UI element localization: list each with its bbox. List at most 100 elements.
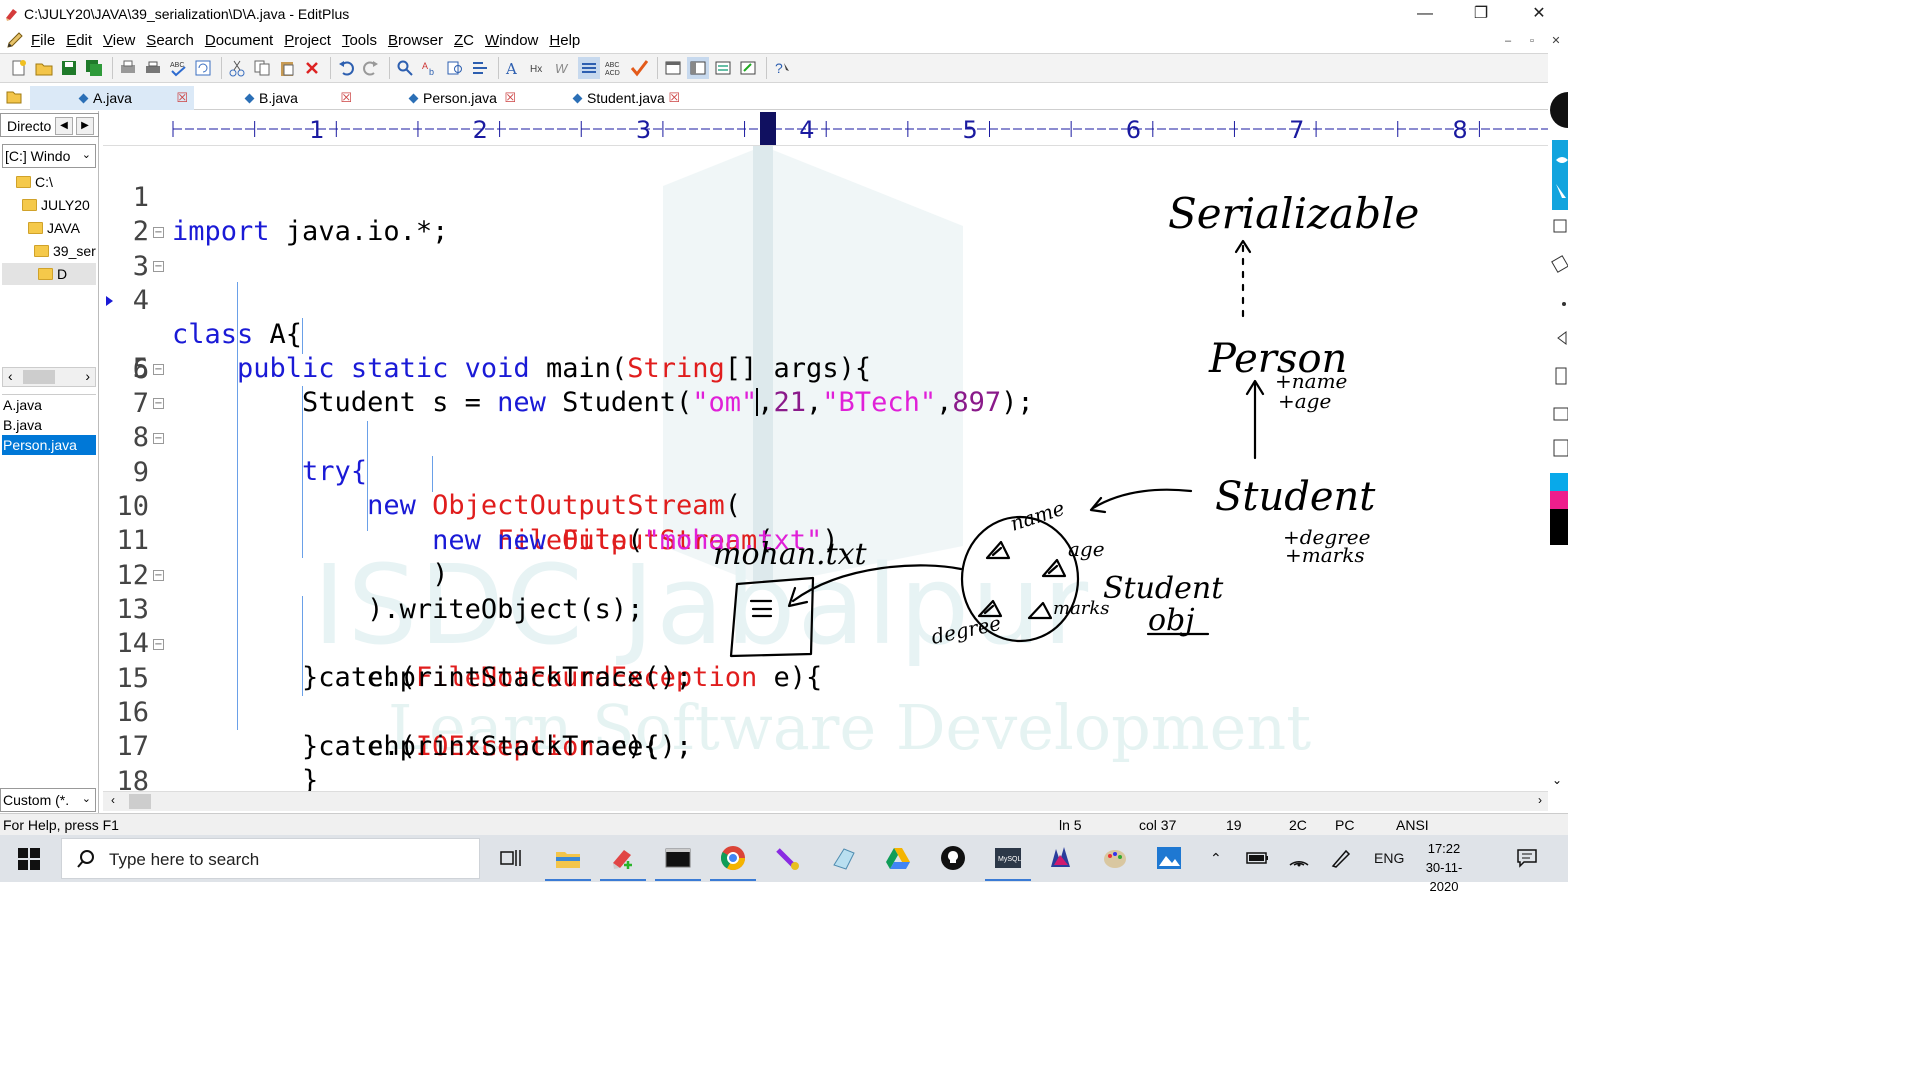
hex-view-icon[interactable]: Hx xyxy=(528,57,550,79)
spell-check-icon[interactable]: ABC xyxy=(167,57,189,79)
folder-icon xyxy=(16,176,31,188)
windows-start-icon[interactable] xyxy=(18,848,40,870)
file-explorer-icon[interactable] xyxy=(545,843,591,881)
folder-tree-item[interactable]: JAVA xyxy=(28,217,96,239)
mdi-minimize-button[interactable]: – xyxy=(1498,32,1518,50)
tab-close-icon[interactable]: ☒ xyxy=(504,86,516,110)
menu-window[interactable]: Window xyxy=(485,32,538,49)
tab-close-icon[interactable]: ☒ xyxy=(340,86,352,110)
menu-browser[interactable]: Browser xyxy=(388,32,443,49)
scroll-thumb[interactable] xyxy=(23,370,55,384)
find-icon[interactable] xyxy=(394,57,416,79)
scroll-left-icon[interactable]: ‹ xyxy=(8,368,13,384)
minimize-button[interactable]: — xyxy=(1396,0,1454,28)
maximize-button[interactable]: ❐ xyxy=(1452,0,1510,28)
folder-tree-item[interactable]: JULY20 xyxy=(22,194,96,216)
taskbar-search-box[interactable]: Type here to search xyxy=(61,838,480,879)
menu-search[interactable]: Search xyxy=(146,32,194,49)
menu-help[interactable]: Help xyxy=(549,32,580,49)
new-file-icon[interactable] xyxy=(8,57,30,79)
copy-icon[interactable] xyxy=(251,57,273,79)
system-clock[interactable]: 17:22 30-11-2020 xyxy=(1412,839,1476,896)
paint-app-icon[interactable] xyxy=(773,843,803,873)
battery-icon[interactable] xyxy=(1243,843,1273,873)
check-icon[interactable] xyxy=(628,57,650,79)
window-icon[interactable] xyxy=(662,57,684,79)
redo-icon[interactable] xyxy=(360,57,382,79)
menu-tools[interactable]: Tools xyxy=(342,32,377,49)
folder-tree-item[interactable]: 39_ser xyxy=(34,240,96,262)
line-number-icon[interactable] xyxy=(578,57,600,79)
replace-icon[interactable]: Ab xyxy=(419,57,441,79)
file-list-item[interactable]: Person.java xyxy=(2,435,96,455)
directory-window-icon[interactable] xyxy=(687,57,709,79)
print-preview-icon[interactable] xyxy=(117,57,139,79)
menu-zc[interactable]: ZC xyxy=(454,32,474,49)
browser-icon[interactable] xyxy=(737,57,759,79)
help-icon[interactable]: ? xyxy=(771,57,793,79)
cut-icon[interactable] xyxy=(226,57,248,79)
undo-icon[interactable] xyxy=(335,57,357,79)
menu-edit[interactable]: Edit xyxy=(66,32,92,49)
spell-abc-icon[interactable]: ABC ACD xyxy=(603,57,625,79)
file-list-item[interactable]: A.java xyxy=(2,395,96,415)
google-drive-icon[interactable] xyxy=(883,843,913,873)
scroll-right-icon[interactable]: › xyxy=(1538,793,1542,807)
mdi-close-button[interactable]: ✕ xyxy=(1546,32,1566,50)
font-icon[interactable]: A xyxy=(503,57,525,79)
scroll-thumb[interactable] xyxy=(129,794,151,809)
show-hidden-icons[interactable]: ⌃ xyxy=(1210,835,1222,882)
eclipse-icon[interactable] xyxy=(1046,843,1076,873)
editplus-taskbar-icon[interactable] xyxy=(600,843,646,881)
notification-icon[interactable] xyxy=(1512,843,1542,873)
tab-close-icon[interactable]: ☒ xyxy=(668,86,680,110)
paint-palette-icon[interactable] xyxy=(1100,843,1130,873)
wifi-icon[interactable] xyxy=(1284,843,1314,873)
language-indicator[interactable]: ENG xyxy=(1374,835,1404,882)
task-view-icon[interactable] xyxy=(496,843,526,873)
eraser-app-icon[interactable] xyxy=(828,843,858,873)
menu-view[interactable]: View xyxy=(103,32,135,49)
panel-left-arrow-icon[interactable]: ◀ xyxy=(55,117,73,135)
close-button[interactable]: ✕ xyxy=(1510,0,1568,28)
drive-dropdown[interactable]: [C:] Windo ⌄ xyxy=(2,144,96,168)
terminal-icon[interactable] xyxy=(655,843,701,881)
code-editor[interactable]: ISDC Jabalpur Learn Software Development… xyxy=(103,146,1548,791)
document-tab[interactable]: B.java ☒ xyxy=(194,86,358,110)
horizontal-scrollbar[interactable]: ‹ › xyxy=(103,791,1548,811)
photos-icon[interactable] xyxy=(1154,843,1184,873)
print-icon[interactable] xyxy=(142,57,164,79)
paste-icon[interactable] xyxy=(276,57,298,79)
file-list-item[interactable]: B.java xyxy=(2,415,96,435)
scroll-down-icon[interactable]: ⌄ xyxy=(1552,773,1562,787)
document-tab[interactable]: Student.java ☒ xyxy=(522,86,686,110)
refresh-icon[interactable] xyxy=(192,57,214,79)
tab-close-icon[interactable]: ☒ xyxy=(176,86,188,110)
document-tab[interactable]: A.java ☒ xyxy=(30,86,194,110)
menu-project[interactable]: Project xyxy=(284,32,331,49)
find-in-files-icon[interactable] xyxy=(444,57,466,79)
open-folder-icon[interactable] xyxy=(33,57,55,79)
scroll-right-icon[interactable]: › xyxy=(85,368,90,384)
tree-scrollbar[interactable]: ‹ › xyxy=(2,367,96,387)
word-wrap-icon[interactable]: W xyxy=(553,57,575,79)
menu-file[interactable]: File xyxy=(31,32,55,49)
chrome-icon[interactable] xyxy=(710,843,756,881)
save-all-icon[interactable] xyxy=(83,57,105,79)
delete-icon[interactable] xyxy=(301,57,323,79)
panel-right-arrow-icon[interactable]: ▶ xyxy=(76,117,94,135)
folder-tree-item[interactable]: D xyxy=(2,263,96,285)
scroll-left-icon[interactable]: ‹ xyxy=(111,793,115,807)
document-tab[interactable]: Person.java ☒ xyxy=(358,86,522,110)
folder-tree-item[interactable]: C:\ xyxy=(16,171,96,193)
pen-icon[interactable] xyxy=(1326,843,1356,873)
mysql-icon[interactable]: MySQL xyxy=(985,843,1031,881)
output-window-icon[interactable] xyxy=(712,57,734,79)
menu-document[interactable]: Document xyxy=(205,32,273,49)
idea-bulb-icon[interactable] xyxy=(938,843,968,873)
save-icon[interactable] xyxy=(58,57,80,79)
tab-list-icon[interactable] xyxy=(6,89,22,105)
file-filter-dropdown[interactable]: Custom (*. ⌄ xyxy=(0,788,96,812)
goto-line-icon[interactable] xyxy=(469,57,491,79)
mdi-restore-button[interactable]: ▫ xyxy=(1522,32,1542,50)
